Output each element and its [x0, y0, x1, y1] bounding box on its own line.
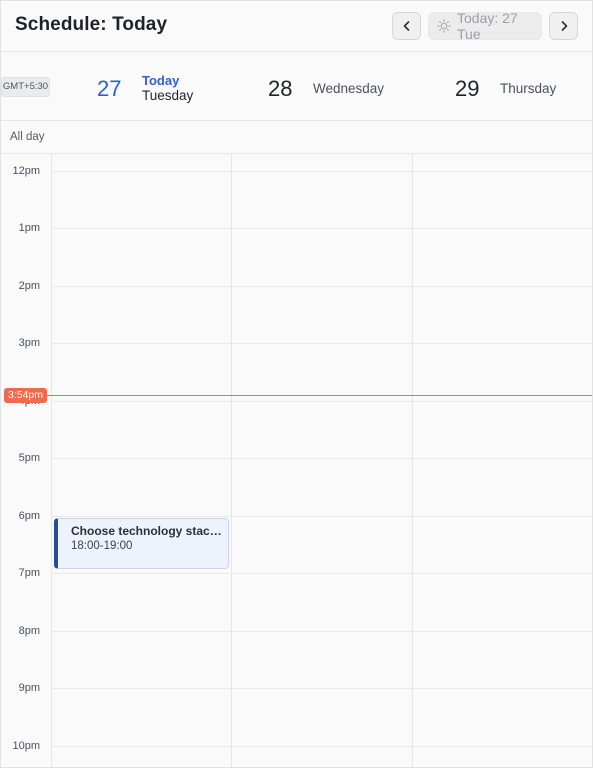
today-button-label: Today: 27 Tue — [457, 10, 518, 42]
schedule-panel: Schedule: Today Today: 27 Tue GMT+5:30 2… — [0, 0, 593, 768]
hour-line — [51, 171, 592, 172]
calendar-event[interactable]: Choose technology stack for the project … — [54, 518, 229, 569]
hour-label-12pm: 12pm — [12, 165, 40, 177]
day-header-row: GMT+5:30 27 Today Tuesday 28 Wednesday 2… — [1, 52, 592, 121]
schedule-header: Schedule: Today Today: 27 Tue — [1, 1, 592, 52]
hour-line — [51, 286, 592, 287]
hour-label-10pm: 10pm — [12, 740, 40, 752]
sun-icon — [437, 19, 451, 33]
hour-label-5pm: 5pm — [18, 452, 40, 464]
column-divider — [412, 154, 413, 767]
event-time: 18:00-19:00 — [71, 540, 133, 552]
hour-label-6pm: 6pm — [18, 510, 40, 522]
current-time-line — [47, 395, 592, 396]
hour-line — [51, 688, 592, 689]
hour-line — [51, 458, 592, 459]
day-number-thursday[interactable]: 29 — [455, 76, 479, 102]
timezone-badge: GMT+5:30 — [1, 77, 50, 97]
day-weekday-today: Tuesday — [142, 88, 194, 103]
hour-line — [51, 573, 592, 574]
day-number-wednesday[interactable]: 28 — [268, 76, 292, 102]
time-grid[interactable]: 12pm 1pm 2pm 3pm 4pm 5pm 6pm 7pm 8pm 9pm… — [1, 154, 592, 767]
hour-label-3pm: 3pm — [18, 337, 40, 349]
chevron-left-icon — [401, 20, 413, 32]
page-title: Schedule: Today — [15, 14, 168, 35]
hour-label-8pm: 8pm — [18, 625, 40, 637]
column-divider — [231, 154, 232, 767]
today-label: Today — [142, 73, 180, 88]
chevron-right-icon — [558, 20, 570, 32]
today-button[interactable]: Today: 27 Tue — [428, 10, 542, 42]
previous-day-button[interactable] — [392, 12, 421, 40]
hour-line — [51, 401, 592, 402]
hour-line — [51, 343, 592, 344]
day-weekday-wednesday: Wednesday — [313, 81, 385, 96]
hour-label-7pm: 7pm — [18, 567, 40, 579]
day-weekday-thursday: Thursday — [500, 81, 557, 96]
hour-label-1pm: 1pm — [18, 222, 40, 234]
next-day-button[interactable] — [549, 12, 578, 40]
hour-line — [51, 516, 592, 517]
hour-label-2pm: 2pm — [18, 280, 40, 292]
all-day-label: All day — [10, 131, 45, 143]
all-day-row[interactable]: All day — [1, 121, 592, 154]
event-title: Choose technology stack for the project — [71, 524, 226, 538]
hour-line — [51, 746, 592, 747]
hour-line — [51, 631, 592, 632]
hour-line — [51, 228, 592, 229]
day-number-today[interactable]: 27 — [97, 76, 121, 102]
current-time-badge: 3:54pm — [4, 388, 47, 403]
column-divider — [51, 154, 52, 767]
hour-label-9pm: 9pm — [18, 682, 40, 694]
